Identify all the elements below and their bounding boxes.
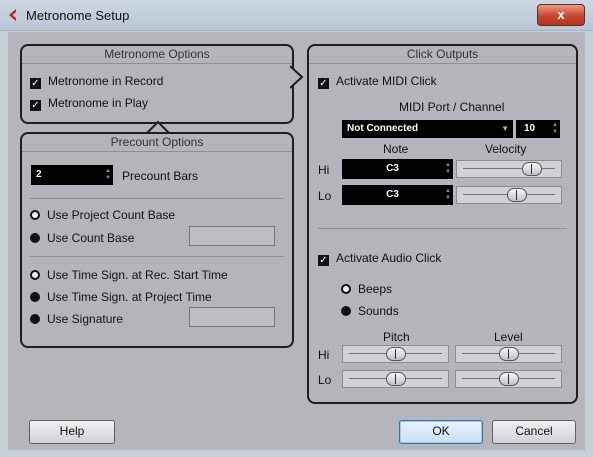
metronome-in-record-checkbox[interactable]: ✓ Metronome in Record — [30, 74, 163, 89]
audio-lo-label: Lo — [318, 373, 332, 387]
radio-unselected-icon — [30, 210, 40, 220]
slider-knob[interactable] — [499, 347, 519, 361]
divider — [30, 256, 284, 257]
midi-port-channel-label: MIDI Port / Channel — [399, 100, 505, 114]
slider-knob[interactable] — [386, 347, 406, 361]
cancel-button[interactable]: Cancel — [492, 420, 576, 444]
window-title: Metronome Setup — [26, 8, 130, 23]
spin-arrows-icon[interactable]: ▲ ▼ — [445, 162, 451, 176]
signature-field[interactable] — [189, 307, 275, 327]
activate-audio-click-checkbox[interactable]: ✓ Activate Audio Click — [318, 251, 441, 266]
radio-unselected-icon — [341, 284, 351, 294]
lo-velocity-slider[interactable] — [456, 186, 562, 204]
checkmark-icon: ✓ — [30, 100, 41, 111]
spin-arrows-icon[interactable]: ▲ ▼ — [552, 122, 558, 136]
radio-selected-icon — [30, 292, 40, 302]
ok-button[interactable]: OK — [399, 420, 483, 444]
activate-midi-click-checkbox[interactable]: ✓ Activate MIDI Click — [318, 74, 437, 89]
midi-channel-field[interactable]: 10 ▲ ▼ — [516, 120, 560, 138]
precount-options-group: Precount Options 2 ▲ ▼ Precount Bars Use … — [20, 132, 294, 348]
pitch-header: Pitch — [383, 330, 410, 344]
checkmark-icon: ✓ — [30, 78, 41, 89]
lo-pitch-slider[interactable] — [342, 370, 449, 388]
slider-knob[interactable] — [507, 188, 527, 202]
note-header: Note — [383, 142, 409, 156]
radio-selected-icon — [30, 314, 40, 324]
lo-note-field[interactable]: C3 ▲ ▼ — [342, 185, 453, 205]
radio-selected-icon — [30, 233, 40, 243]
audio-hi-label: Hi — [318, 348, 330, 362]
app-logo-icon — [9, 9, 16, 21]
checkmark-icon: ✓ — [318, 255, 329, 266]
lo-label: Lo — [318, 189, 332, 203]
use-signature-radio[interactable]: Use Signature — [30, 312, 123, 326]
hi-pitch-slider[interactable] — [342, 345, 449, 363]
metronome-in-play-label: Metronome in Play — [48, 96, 149, 110]
lo-level-slider[interactable] — [455, 370, 562, 388]
metronome-options-group: Metronome Options ✓ Metronome in Record ✓… — [20, 44, 294, 124]
click-outputs-header: Click Outputs — [309, 46, 576, 64]
divider — [30, 198, 284, 199]
dropdown-arrow-icon: ▼ — [501, 124, 509, 133]
divider — [318, 228, 567, 229]
help-button[interactable]: Help — [29, 420, 115, 444]
metronome-in-record-label: Metronome in Record — [48, 74, 164, 88]
use-time-sign-rec-start-radio[interactable]: Use Time Sign. at Rec. Start Time — [30, 268, 228, 282]
metronome-setup-window: Metronome Setup x Metronome Options ✓ Met… — [0, 0, 593, 457]
use-count-base-radio[interactable]: Use Count Base — [30, 231, 134, 245]
use-project-count-base-radio[interactable]: Use Project Count Base — [30, 208, 175, 222]
precount-bars-field[interactable]: 2 ▲ ▼ — [31, 165, 113, 185]
dialog-body: Metronome Options ✓ Metronome in Record ✓… — [8, 32, 585, 450]
close-button[interactable]: x — [537, 4, 585, 26]
title-bar[interactable]: Metronome Setup x — [0, 0, 593, 31]
count-base-field[interactable] — [189, 226, 275, 246]
checkmark-icon: ✓ — [318, 78, 329, 89]
connector-arrow-right-icon — [290, 65, 304, 89]
radio-unselected-icon — [30, 270, 40, 280]
hi-level-slider[interactable] — [455, 345, 562, 363]
hi-velocity-slider[interactable] — [456, 160, 562, 178]
metronome-in-play-checkbox[interactable]: ✓ Metronome in Play — [30, 96, 148, 111]
hi-label: Hi — [318, 163, 330, 177]
hi-note-field[interactable]: C3 ▲ ▼ — [342, 159, 453, 179]
sounds-radio[interactable]: Sounds — [341, 304, 399, 318]
precount-options-header: Precount Options — [22, 134, 292, 152]
slider-knob[interactable] — [386, 372, 406, 386]
metronome-options-header: Metronome Options — [22, 46, 292, 64]
radio-selected-icon — [341, 306, 351, 316]
slider-knob[interactable] — [499, 372, 519, 386]
spin-arrows-icon[interactable]: ▲ ▼ — [445, 188, 451, 202]
slider-knob[interactable] — [522, 162, 542, 176]
click-outputs-group: Click Outputs ✓ Activate MIDI Click MIDI … — [307, 44, 578, 404]
spin-arrows-icon[interactable]: ▲ ▼ — [105, 168, 111, 182]
beeps-radio[interactable]: Beeps — [341, 282, 392, 296]
velocity-header: Velocity — [485, 142, 527, 156]
midi-port-select[interactable]: Not Connected ▼ — [342, 120, 513, 138]
precount-bars-label: Precount Bars — [122, 169, 199, 183]
level-header: Level — [494, 330, 523, 344]
use-time-sign-project-radio[interactable]: Use Time Sign. at Project Time — [30, 290, 212, 304]
